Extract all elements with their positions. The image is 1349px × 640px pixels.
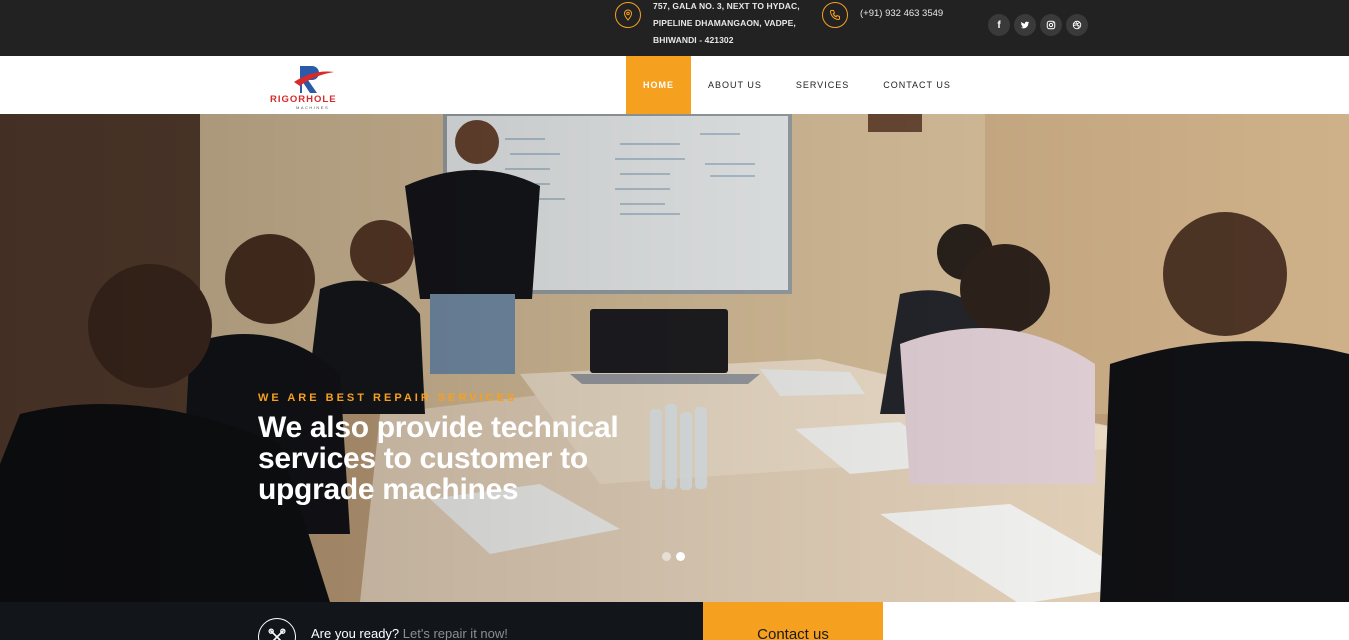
phone-block[interactable]: (+91) 932 463 3549 (822, 2, 943, 28)
address-block: 757, GALA NO. 3, NEXT TO HYDAC, PIPELINE… (615, 0, 800, 49)
twitter-icon[interactable] (1014, 14, 1036, 36)
nav-item-about-us[interactable]: ABOUT US (691, 56, 779, 114)
hero-overlay (0, 114, 1349, 602)
brand-name: RIGORHOLE (270, 94, 337, 105)
nav-item-services[interactable]: SERVICES (779, 56, 866, 114)
hero-title: We also provide technical services to cu… (258, 411, 619, 506)
slider-dot-1[interactable] (662, 552, 671, 561)
logo-mark-icon (294, 66, 334, 93)
brand-tagline: MACHINES (296, 105, 330, 110)
hero-slider: WE ARE BEST REPAIR SERVICES We also prov… (0, 114, 1349, 602)
cta-question: Are you ready? (311, 626, 400, 640)
nav-item-home[interactable]: HOME (626, 56, 691, 114)
instagram-icon[interactable] (1040, 14, 1062, 36)
slider-dot-2[interactable] (676, 552, 685, 561)
main-navbar: RIGORHOLE MACHINES HOME ABOUT US SERVICE… (0, 56, 1349, 114)
address-text: 757, GALA NO. 3, NEXT TO HYDAC, PIPELINE… (653, 0, 800, 49)
phone-icon (822, 2, 848, 28)
wrench-screwdriver-icon (258, 618, 296, 640)
dribbble-icon[interactable] (1066, 14, 1088, 36)
address-line-3: BHIWANDI - 421302 (653, 35, 734, 45)
nav-item-contact-us[interactable]: CONTACT US (866, 56, 968, 114)
location-pin-icon (615, 2, 641, 28)
slider-pagination (662, 552, 685, 561)
facebook-icon[interactable]: f (988, 14, 1010, 36)
top-bar: 757, GALA NO. 3, NEXT TO HYDAC, PIPELINE… (0, 0, 1349, 56)
contact-us-button[interactable]: Contact us (703, 602, 883, 640)
address-line-1: 757, GALA NO. 3, NEXT TO HYDAC, (653, 1, 800, 11)
brand-logo[interactable]: RIGORHOLE MACHINES (270, 64, 352, 110)
cta-strip: Are you ready? Let's repair it now! Cont… (0, 602, 1349, 640)
nav-menu: HOME ABOUT US SERVICES CONTACT US (626, 56, 968, 114)
phone-number[interactable]: (+91) 932 463 3549 (860, 8, 943, 19)
address-line-2: PIPELINE DHAMANGAON, VADPE, (653, 18, 796, 28)
cta-text: Are you ready? Let's repair it now! (311, 626, 508, 640)
hero-eyebrow: WE ARE BEST REPAIR SERVICES (258, 392, 518, 404)
cta-dark-panel: Are you ready? Let's repair it now! (0, 602, 703, 640)
social-links: f (988, 14, 1088, 36)
cta-subtext: Let's repair it now! (402, 626, 508, 640)
